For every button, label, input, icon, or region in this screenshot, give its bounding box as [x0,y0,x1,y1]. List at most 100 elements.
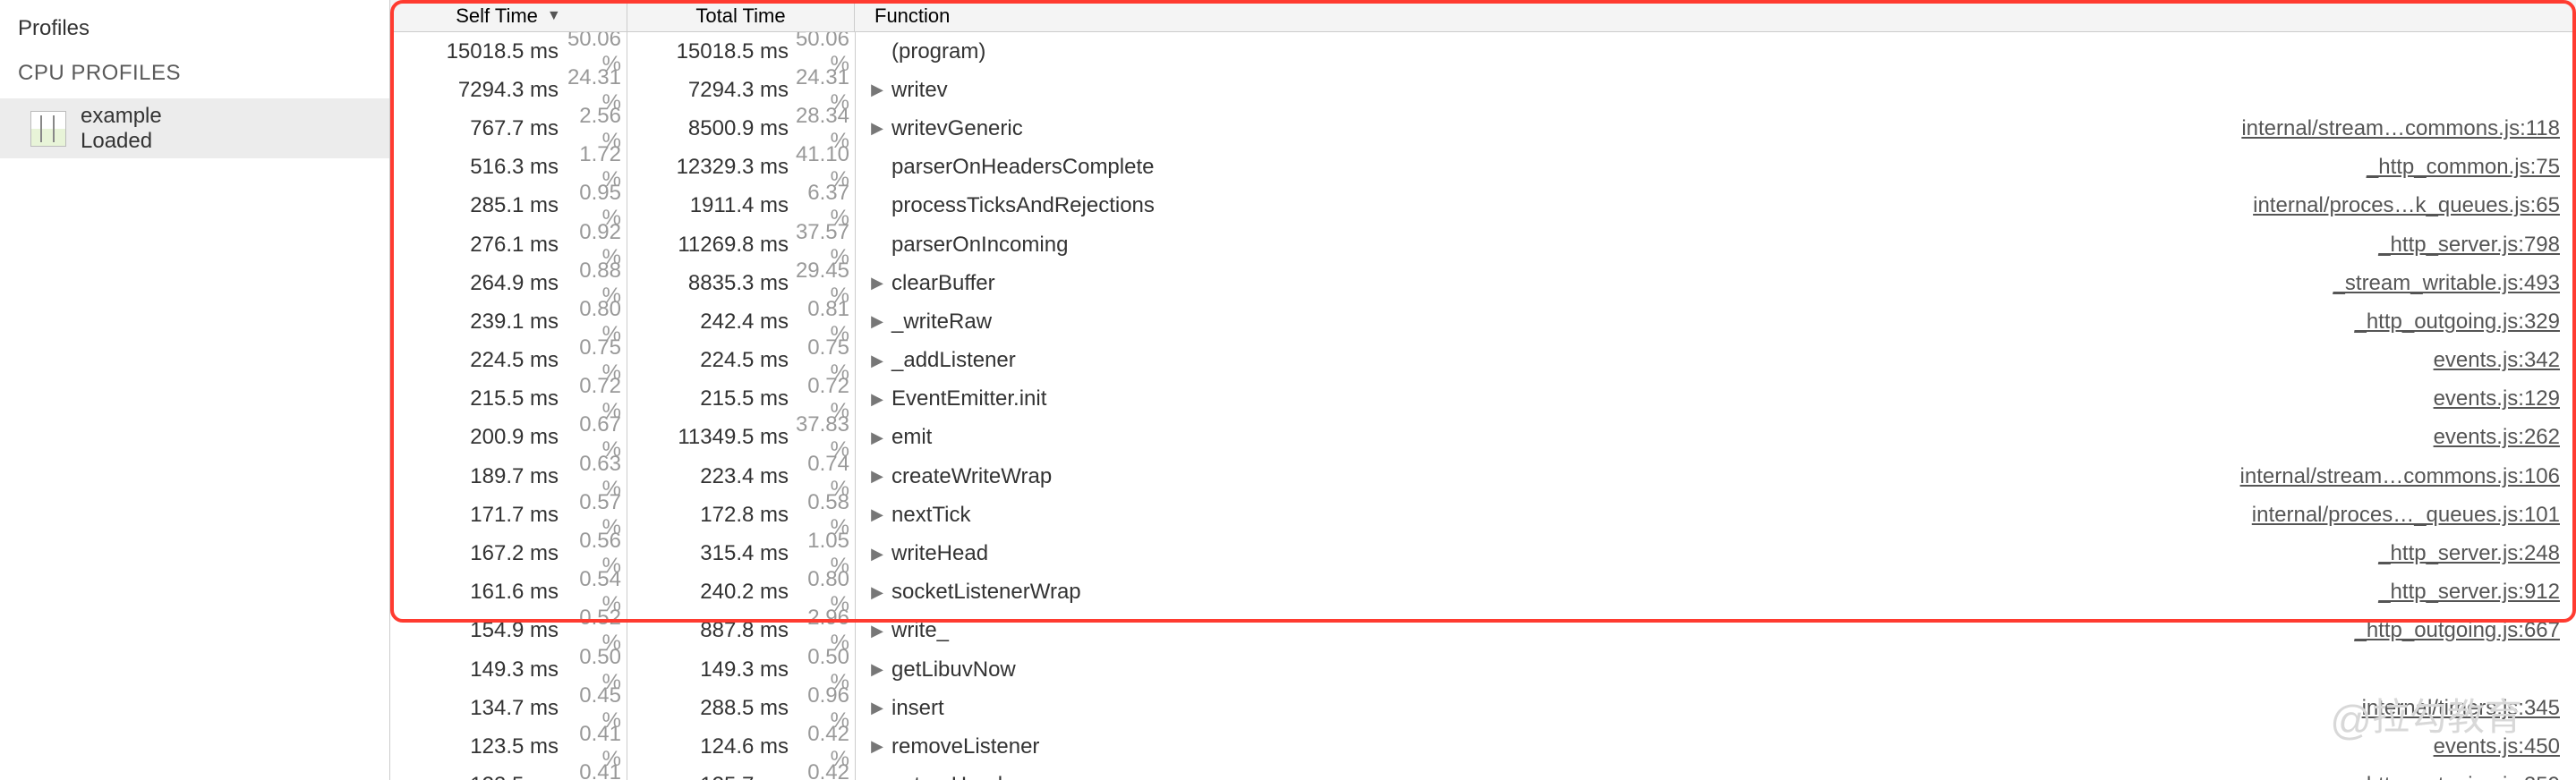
function-cell: ▶ _addListener events.js:342 [856,348,2576,373]
expand-arrow-icon[interactable]: ▶ [868,352,886,370]
source-link[interactable]: _http_server.js:248 [2378,541,2560,566]
total-time-value: 125.7 ms [627,773,792,780]
total-time-value: 224.5 ms [627,348,792,373]
source-link[interactable]: internal/proces…_queues.js:101 [2252,503,2560,528]
header-total-time[interactable]: Total Time [627,0,854,31]
table-row[interactable]: 189.7 ms0.63 %223.4 ms0.74 %▶createWrite… [390,457,2576,496]
table-row[interactable]: 285.1 ms0.95 %1911.4 ms6.37 %processTick… [390,187,2576,225]
table-row[interactable]: 276.1 ms0.92 %11269.8 ms37.57 %parserOnI… [390,225,2576,264]
total-time-value: 12329.3 ms [627,155,792,180]
expand-arrow-icon[interactable]: ▶ [868,274,886,292]
table-row[interactable]: 767.7 ms2.56 %8500.9 ms28.34 %▶writevGen… [390,109,2576,148]
function-name: parserOnHeadersComplete [891,155,1154,180]
self-time-value: 123.5 ms [390,773,562,780]
source-link[interactable]: internal/proces…k_queues.js:65 [2253,193,2560,218]
total-time-value: 215.5 ms [627,386,792,411]
expand-arrow-icon[interactable]: ▶ [868,776,886,780]
total-time-value: 887.8 ms [627,618,792,643]
function-name: createWriteWrap [891,464,1052,489]
function-cell: ▶getLibuvNow [856,657,2576,682]
table-row[interactable]: 200.9 ms0.67 %11349.5 ms37.83 %▶emiteven… [390,419,2576,457]
table-row[interactable]: 264.9 ms0.88 %8835.3 ms29.45 %▶clearBuff… [390,264,2576,302]
function-name: _writeRaw [891,309,992,335]
source-link[interactable]: _stream_writable.js:493 [2333,271,2560,296]
source-link[interactable]: _http_server.js:798 [2378,233,2560,258]
source-link[interactable]: _http_outgoing.js:329 [2354,309,2560,335]
header-self-time[interactable]: Self Time ▼ [390,0,627,31]
function-name: insert [891,696,944,721]
expand-arrow-icon[interactable]: ▶ [868,545,886,564]
table-row[interactable]: 239.1 ms0.80 %242.4 ms0.81 %▶_writeRaw_h… [390,302,2576,341]
source-link[interactable]: events.js:129 [2434,386,2560,411]
expand-arrow-icon[interactable]: ▶ [868,428,886,447]
total-time-value: 15018.5 ms [627,39,792,64]
table-row[interactable]: 149.3 ms0.50 %149.3 ms0.50 %▶getLibuvNow [390,650,2576,689]
function-name: writev [891,78,948,103]
function-name: socketListenerWrap [891,580,1081,605]
sidebar-title: Profiles [0,7,389,54]
source-link[interactable]: _http_common.js:75 [2367,155,2560,180]
function-cell: parserOnIncoming _http_server.js:798 [856,233,2576,258]
self-time-value: 161.6 ms [390,580,562,605]
expand-arrow-icon[interactable]: ▶ [868,312,886,331]
header-function[interactable]: Function [854,0,2576,31]
source-link[interactable]: _http_outgoing.js:667 [2354,618,2560,643]
source-link[interactable]: _http_outgoing.js:359 [2354,773,2560,780]
function-cell: ▶writeHead_http_server.js:248 [856,541,2576,566]
expand-arrow-icon[interactable]: ▶ [868,699,886,717]
source-link[interactable]: events.js:450 [2434,734,2560,759]
source-link[interactable]: internal/stream…commons.js:118 [2241,116,2560,141]
expand-arrow-icon[interactable]: ▶ [868,737,886,756]
sort-desc-icon: ▼ [547,8,561,24]
total-time-value: 242.4 ms [627,309,792,335]
function-cell: ▶ createWriteWrap internal/stream…commons.… [856,464,2576,489]
table-row[interactable]: 224.5 ms0.75 %224.5 ms0.75 %▶_addListene… [390,342,2576,380]
source-link[interactable]: _http_server.js:912 [2378,580,2560,605]
expand-arrow-icon[interactable]: ▶ [868,660,886,679]
function-name: _addListener [891,348,1016,373]
table-row[interactable]: 167.2 ms0.56 %315.4 ms1.05 %▶writeHead_h… [390,534,2576,572]
table-row[interactable]: 154.9 ms0.52 %887.8 ms2.96 %▶write__http… [390,612,2576,650]
expand-arrow-icon[interactable]: ▶ [868,119,886,138]
total-time-value: 7294.3 ms [627,78,792,103]
function-cell: ▶ socketListenerWrap _http_server.js:912 [856,580,2576,605]
sidebar: Profiles CPU PROFILES example Loaded [0,0,390,780]
self-time-value: 123.5 ms [390,734,562,759]
table-row[interactable]: 215.5 ms0.72 %215.5 ms0.72 %▶EventEmitte… [390,380,2576,419]
total-time-value: 11269.8 ms [627,233,792,258]
self-time-value: 767.7 ms [390,116,562,141]
table-row[interactable]: 123.5 ms0.41 %125.7 ms0.42 %▶_storeHeade… [390,767,2576,780]
table-row[interactable]: 15018.5 ms50.06 %15018.5 ms50.06 %(progr… [390,32,2576,71]
table-row[interactable]: 7294.3 ms24.31 %7294.3 ms24.31 %▶writev [390,71,2576,109]
expand-arrow-icon[interactable]: ▶ [868,390,886,409]
self-time-value: 200.9 ms [390,425,562,450]
source-link[interactable]: internal/timers.js:345 [2362,696,2560,721]
function-cell: ▶emitevents.js:262 [856,425,2576,450]
function-cell: ▶EventEmitter.initevents.js:129 [856,386,2576,411]
function-name: clearBuffer [891,271,995,296]
expand-arrow-icon[interactable]: ▶ [868,622,886,640]
self-time-value: 516.3 ms [390,155,562,180]
function-cell: ▶ writev [856,78,2576,103]
source-link[interactable]: events.js:262 [2434,425,2560,450]
table-row[interactable]: 516.3 ms1.72 %12329.3 ms41.10 %parserOnH… [390,148,2576,187]
function-name: parserOnIncoming [891,233,1068,258]
expand-arrow-icon[interactable]: ▶ [868,467,886,486]
table-row[interactable]: 161.6 ms0.54 %240.2 ms0.80 %▶socketListe… [390,573,2576,612]
self-time-value: 264.9 ms [390,271,562,296]
function-cell: ▶_storeHeader_http_outgoing.js:359 [856,773,2576,780]
total-time-value: 1911.4 ms [627,193,792,218]
expand-arrow-icon[interactable]: ▶ [868,81,886,99]
source-link[interactable]: internal/stream…commons.js:106 [2240,464,2560,489]
table-row[interactable]: 171.7 ms0.57 %172.8 ms0.58 %▶nextTickint… [390,496,2576,534]
table-row[interactable]: 123.5 ms0.41 %124.6 ms0.42 %▶removeListe… [390,727,2576,766]
total-time-value: 240.2 ms [627,580,792,605]
expand-arrow-icon[interactable]: ▶ [868,583,886,602]
table-row[interactable]: 134.7 ms0.45 %288.5 ms0.96 %▶insertinter… [390,689,2576,727]
total-time-value: 315.4 ms [627,541,792,566]
profile-item[interactable]: example Loaded [0,98,389,158]
sidebar-section-label: CPU PROFILES [0,54,389,98]
expand-arrow-icon[interactable]: ▶ [868,505,886,524]
self-time-value: 189.7 ms [390,464,562,489]
source-link[interactable]: events.js:342 [2434,348,2560,373]
